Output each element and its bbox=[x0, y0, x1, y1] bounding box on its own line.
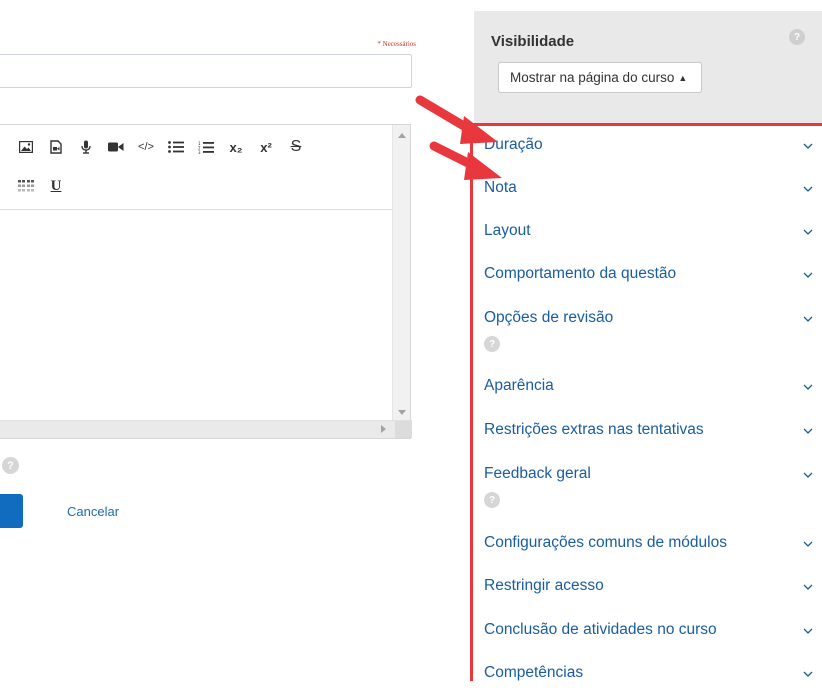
section-opcoes-revisao[interactable]: Opções de revisão ? bbox=[484, 309, 814, 352]
section-label[interactable]: Restrições extras nas tentativas bbox=[484, 421, 704, 439]
chevron-down-icon[interactable] bbox=[802, 313, 814, 325]
section-label[interactable]: Opções de revisão bbox=[484, 309, 613, 327]
visibility-select-value: Mostrar na página do curso bbox=[510, 70, 675, 85]
name-input[interactable] bbox=[0, 54, 412, 88]
chevron-down-icon[interactable] bbox=[802, 625, 814, 637]
subscript-icon[interactable]: x₂ bbox=[221, 136, 251, 158]
section-label[interactable]: Layout bbox=[484, 222, 531, 240]
section-comportamento[interactable]: Comportamento da questão bbox=[484, 265, 814, 295]
help-icon[interactable]: ? bbox=[484, 492, 500, 508]
visibility-panel: Visibilidade ? Mostrar na página do curs… bbox=[474, 11, 822, 123]
editor-content-area[interactable] bbox=[0, 210, 392, 413]
section-label[interactable]: Competências bbox=[484, 664, 583, 682]
section-nota[interactable]: Nota bbox=[484, 179, 814, 209]
unordered-list-icon[interactable] bbox=[161, 136, 191, 158]
annotation-box-left bbox=[470, 123, 473, 681]
scroll-down-icon[interactable] bbox=[398, 410, 406, 415]
chevron-down-icon[interactable] bbox=[802, 581, 814, 593]
select-arrows-icon: ▲ bbox=[678, 72, 688, 83]
chevron-down-icon[interactable] bbox=[802, 381, 814, 393]
section-label[interactable]: Feedback geral bbox=[484, 465, 591, 483]
section-label[interactable]: Aparência bbox=[484, 377, 554, 395]
help-icon[interactable]: ? bbox=[484, 336, 500, 352]
editor-horizontal-scrollbar[interactable] bbox=[0, 420, 412, 438]
media-file-icon[interactable] bbox=[41, 136, 71, 158]
chevron-down-icon[interactable] bbox=[802, 668, 814, 680]
section-configuracoes-modulos[interactable]: Configurações comuns de módulos bbox=[484, 534, 814, 564]
section-conclusao-atividades[interactable]: Conclusão de atividades no curso bbox=[484, 621, 814, 651]
editor-toolbar: </> 123 x₂ x² S U bbox=[0, 125, 392, 210]
visibility-select[interactable]: Mostrar na página do curso ▲ bbox=[498, 62, 702, 93]
settings-sections: Duração Nota Layout Comportamento da que… bbox=[470, 123, 822, 681]
chevron-down-icon[interactable] bbox=[802, 469, 814, 481]
section-layout[interactable]: Layout bbox=[484, 222, 814, 252]
code-icon[interactable]: </> bbox=[131, 136, 161, 158]
section-aparencia[interactable]: Aparência bbox=[484, 377, 814, 407]
section-label[interactable]: Comportamento da questão bbox=[484, 265, 676, 283]
strikethrough-icon[interactable]: S bbox=[281, 136, 311, 158]
scrollbar-corner bbox=[395, 421, 412, 438]
annotation-arrow-icon bbox=[429, 141, 502, 180]
chevron-down-icon[interactable] bbox=[802, 425, 814, 437]
superscript-icon[interactable]: x² bbox=[251, 136, 281, 158]
section-label[interactable]: Configurações comuns de módulos bbox=[484, 534, 727, 552]
section-duracao[interactable]: Duração bbox=[484, 136, 814, 166]
text-editor[interactable]: </> 123 x₂ x² S U bbox=[0, 124, 412, 439]
video-camera-icon[interactable] bbox=[101, 136, 131, 158]
chevron-down-icon[interactable] bbox=[802, 226, 814, 238]
required-fields-note: * Necessários bbox=[377, 40, 416, 48]
section-restringir-acesso[interactable]: Restringir acesso bbox=[484, 577, 814, 607]
visibility-title: Visibilidade bbox=[491, 33, 575, 50]
section-label[interactable]: Restringir acesso bbox=[484, 577, 604, 595]
save-button[interactable] bbox=[0, 494, 23, 528]
visibility-help-icon[interactable]: ? bbox=[789, 29, 805, 45]
microphone-icon[interactable] bbox=[71, 136, 101, 158]
underline-icon[interactable]: U bbox=[41, 175, 71, 197]
scroll-right-icon[interactable] bbox=[381, 425, 386, 433]
table-icon[interactable] bbox=[11, 175, 41, 197]
image-icon[interactable] bbox=[11, 136, 41, 158]
section-label[interactable]: Conclusão de atividades no curso bbox=[484, 621, 717, 639]
editor-vertical-scrollbar[interactable] bbox=[392, 125, 410, 423]
chevron-down-icon[interactable] bbox=[802, 269, 814, 281]
section-restricoes[interactable]: Restrições extras nas tentativas bbox=[484, 421, 814, 451]
chevron-down-icon[interactable] bbox=[802, 140, 814, 152]
ordered-list-icon[interactable]: 123 bbox=[191, 136, 221, 158]
section-competencias[interactable]: Competências bbox=[484, 664, 814, 694]
section-feedback-geral[interactable]: Feedback geral ? bbox=[484, 465, 814, 508]
chevron-down-icon[interactable] bbox=[802, 183, 814, 195]
scroll-up-icon[interactable] bbox=[398, 133, 406, 138]
annotation-box-top bbox=[470, 123, 822, 126]
cancel-link[interactable]: Cancelar bbox=[67, 504, 119, 519]
help-icon[interactable]: ? bbox=[2, 457, 19, 474]
chevron-down-icon[interactable] bbox=[802, 538, 814, 550]
svg-text:3: 3 bbox=[198, 150, 201, 154]
